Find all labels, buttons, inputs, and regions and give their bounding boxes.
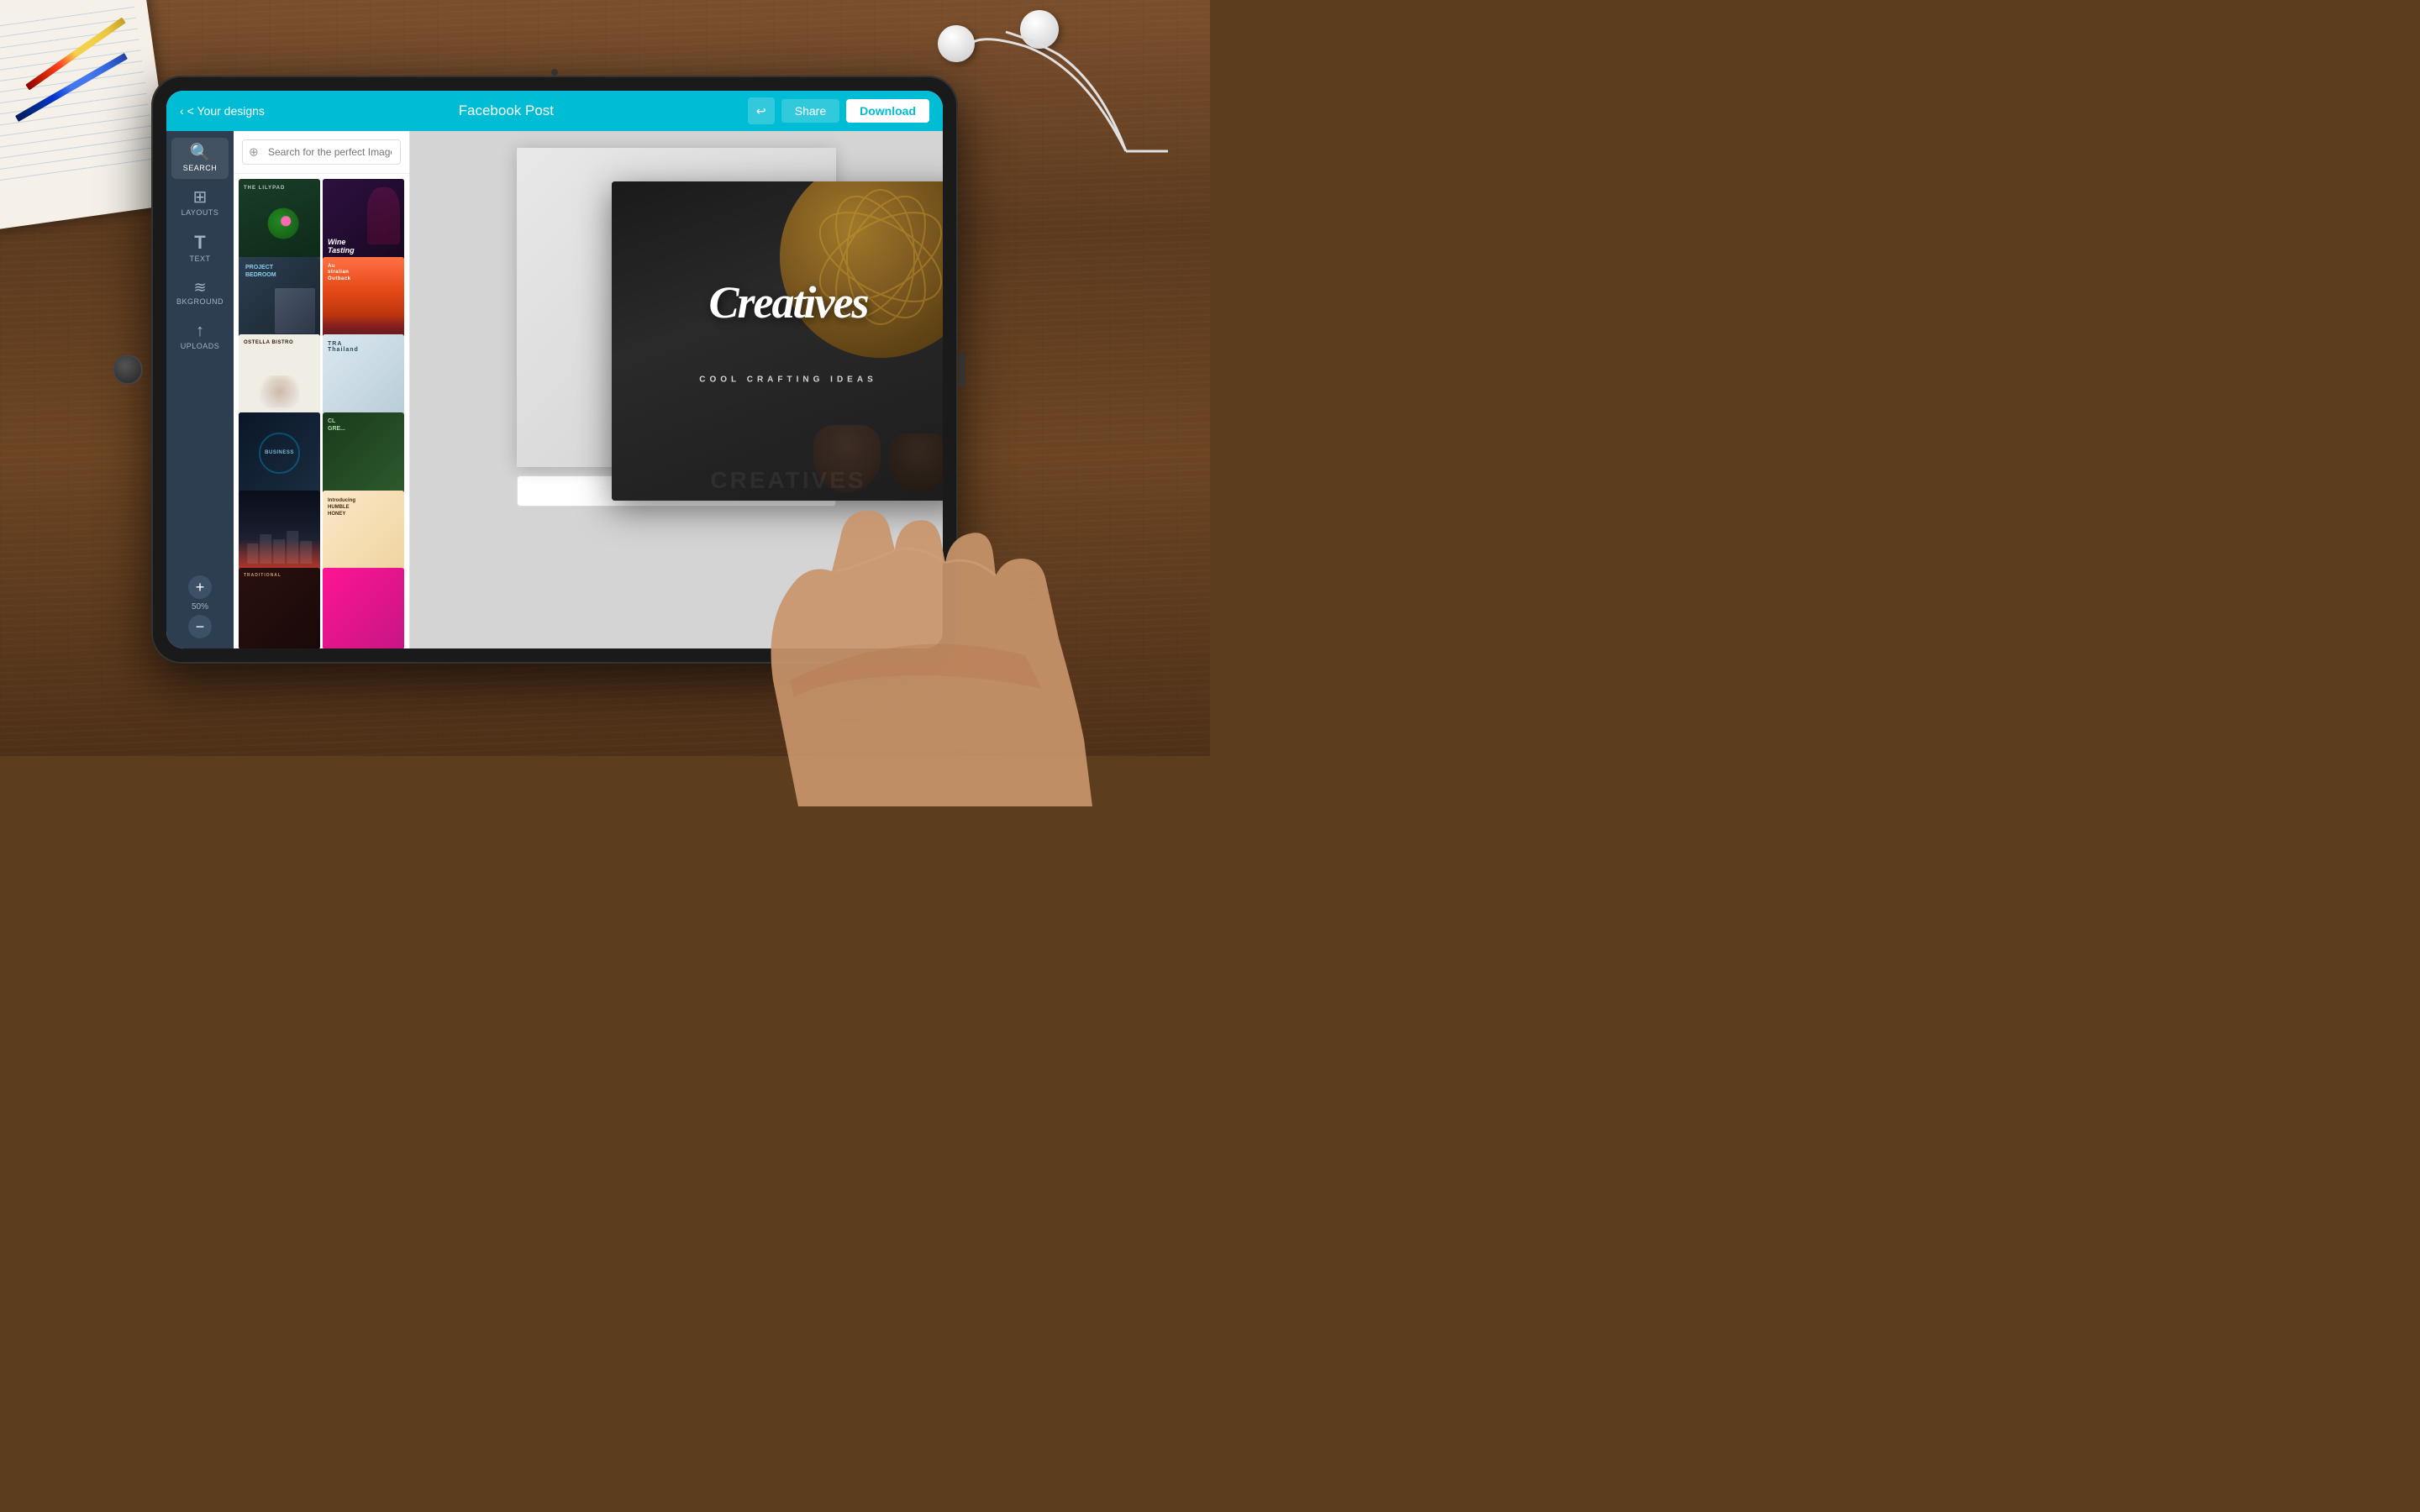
page-title: Facebook Post <box>265 102 748 119</box>
search-input[interactable] <box>242 139 401 165</box>
business-title-text: BUSINESS <box>265 450 294 455</box>
creatives-card-inner: Creatives COOL CRAFTING IDEAS CREATIVES <box>612 181 943 501</box>
zoom-out-button[interactable]: − <box>188 615 212 638</box>
zoom-level-display: 50% <box>192 602 208 612</box>
creatives-title: Creatives <box>709 276 868 328</box>
drag-overlay-card: Creatives COOL CRAFTING IDEAS CREATIVES <box>612 181 943 501</box>
bistro-plate <box>259 382 300 411</box>
wine-glass-shape <box>367 187 400 244</box>
city-skyline <box>247 531 313 564</box>
search-icon: 🔍 <box>190 144 211 161</box>
creatives-watermark: CREATIVES <box>710 467 865 494</box>
ipad-device: ‹ < Your designs Facebook Post ↩ Share D… <box>151 76 958 664</box>
project-title-text: PROJECTBEDROOM <box>245 264 313 279</box>
zoom-in-button[interactable]: + <box>188 575 212 599</box>
zoom-controls: + 50% − <box>188 575 212 648</box>
template-city[interactable] <box>239 491 320 572</box>
uploads-icon: ↑ <box>196 323 204 339</box>
sidebar-layouts-label: LAYOUTS <box>182 208 219 217</box>
template-cascade[interactable]: TRAThailand <box>323 334 404 416</box>
lilypad-flower <box>281 217 291 227</box>
template-wine-tasting[interactable]: WineTasting <box>323 179 404 260</box>
layouts-icon: ⊞ <box>193 189 208 206</box>
template-business[interactable]: BUSINESS <box>239 412 320 494</box>
ipad-home-button[interactable] <box>113 354 143 385</box>
ipad-screen: ‹ < Your designs Facebook Post ↩ Share D… <box>166 91 943 648</box>
canvas-area[interactable]: + Add a new page △ 1 ▽ ⧉ ⊡ <box>410 131 943 648</box>
ipad-camera <box>551 69 558 76</box>
share-label: Share <box>795 104 826 118</box>
text-icon: T <box>194 234 205 252</box>
yarn-lines <box>780 181 943 358</box>
search-bar: ⊕ <box>234 131 409 174</box>
australia-title-text: AustralianOutback <box>328 264 351 283</box>
app-header: ‹ < Your designs Facebook Post ↩ Share D… <box>166 91 943 131</box>
sidebar-search-label: SEARCH <box>183 164 218 172</box>
sidebar-uploads-label: UPLOADS <box>181 342 220 350</box>
template-lilypad[interactable]: THE LILYPAD <box>239 179 320 260</box>
chevron-left-icon: ‹ <box>180 104 184 118</box>
sidebar-item-text[interactable]: T TEXT <box>171 227 229 270</box>
sidebar-text-label: TEXT <box>189 255 210 263</box>
template-bistro[interactable]: OSTELLA BISTRO <box>239 334 320 416</box>
creatives-subtitle: COOL CRAFTING IDEAS <box>699 375 876 384</box>
search-input-icon: ⊕ <box>249 145 259 160</box>
clgreen-title-text: CLGRE... <box>328 417 345 433</box>
template-project[interactable]: PROJECTBEDROOM <box>239 257 320 339</box>
search-wrapper: ⊕ <box>242 139 401 165</box>
back-label: < Your designs <box>187 104 265 118</box>
honey-title-text: IntroducingHUMBLEHONEY <box>328 497 355 518</box>
wine-tasting-label: WineTasting <box>328 239 355 255</box>
sidebar-item-uploads[interactable]: ↑ UPLOADS <box>171 316 229 357</box>
share-button[interactable]: Share <box>781 99 839 123</box>
sidebar-item-search[interactable]: 🔍 SEARCH <box>171 138 229 179</box>
cascade-title-text: TRAThailand <box>328 341 359 353</box>
sidebar: 🔍 SEARCH ⊞ LAYOUTS T TEXT ≋ BKGROUND ↑ <box>166 131 234 648</box>
sidebar-item-background[interactable]: ≋ BKGROUND <box>171 273 229 312</box>
template-panel: ⊕ THE LILYPAD W <box>234 131 410 648</box>
download-button[interactable]: Download <box>846 99 929 123</box>
template-clgreen[interactable]: CLGRE... <box>323 412 404 494</box>
template-australia[interactable]: AustralianOutback <box>323 257 404 339</box>
undo-button[interactable]: ↩ <box>748 97 775 124</box>
template-honey[interactable]: IntroducingHUMBLEHONEY <box>323 491 404 572</box>
traditional-title-text: TRADITIONAL <box>244 573 281 578</box>
lilypad-title-text: THE LILYPAD <box>244 186 285 191</box>
header-actions: ↩ Share Download <box>748 97 929 124</box>
project-graphic <box>275 288 316 333</box>
sidebar-background-label: BKGROUND <box>176 297 224 306</box>
undo-icon: ↩ <box>756 104 766 118</box>
template-pink[interactable] <box>323 568 404 648</box>
download-label: Download <box>860 104 916 118</box>
bistro-title-text: OSTELLA BISTRO <box>244 339 293 346</box>
template-grid: THE LILYPAD WineTasting PROJECTBEDROOM <box>234 174 409 648</box>
back-button[interactable]: ‹ < Your designs <box>180 104 265 118</box>
sidebar-item-layouts[interactable]: ⊞ LAYOUTS <box>171 182 229 223</box>
background-icon: ≋ <box>193 280 206 295</box>
main-content: 🔍 SEARCH ⊞ LAYOUTS T TEXT ≋ BKGROUND ↑ <box>166 131 943 648</box>
ipad-side-button <box>960 353 965 386</box>
business-circle: BUSINESS <box>259 433 300 474</box>
template-traditional[interactable]: TRADITIONAL <box>239 568 320 648</box>
